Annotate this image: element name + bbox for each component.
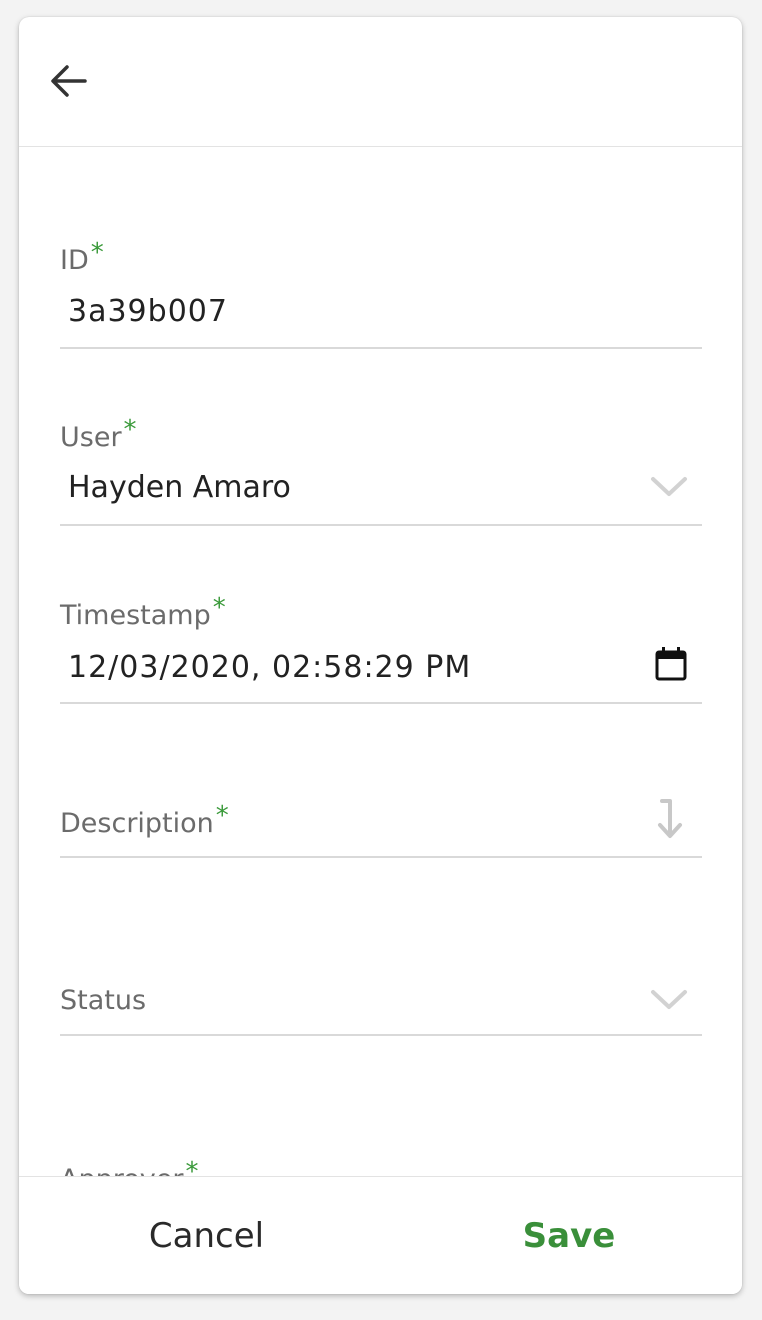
description-label: Description* <box>60 801 229 839</box>
dialog-footer: Cancel Save <box>19 1176 742 1294</box>
edit-record-dialog: ID* 3a39b007 User* Hayden Amaro Timestam… <box>19 17 742 1294</box>
back-button[interactable] <box>43 55 95 107</box>
id-field[interactable]: ID* 3a39b007 <box>60 147 702 349</box>
status-label: Status <box>60 985 147 1016</box>
chevron-down-icon[interactable] <box>650 475 688 499</box>
approver-field[interactable]: Approver* <box>60 1034 702 1176</box>
timestamp-value[interactable]: 12/03/2020, 02:58:29 PM <box>68 650 471 685</box>
expand-down-arrow-icon[interactable] <box>656 797 684 841</box>
timestamp-label: Timestamp* <box>60 593 226 631</box>
required-mark: * <box>185 1157 199 1176</box>
calendar-icon[interactable] <box>654 646 688 682</box>
dialog-header <box>19 17 742 147</box>
cancel-button[interactable]: Cancel <box>79 1177 334 1294</box>
user-label: User* <box>60 415 137 453</box>
status-select[interactable]: Status <box>60 856 702 1036</box>
required-mark: * <box>215 801 229 831</box>
user-select[interactable]: User* Hayden Amaro <box>60 347 702 526</box>
approver-label: Approver* <box>60 1157 198 1176</box>
required-mark: * <box>90 238 104 268</box>
user-value: Hayden Amaro <box>68 470 291 505</box>
timestamp-field[interactable]: Timestamp* 12/03/2020, 02:58:29 PM <box>60 524 702 704</box>
arrow-left-icon <box>51 65 87 97</box>
description-field[interactable]: Description* <box>60 702 702 858</box>
save-button[interactable]: Save <box>439 1177 699 1294</box>
form-body: ID* 3a39b007 User* Hayden Amaro Timestam… <box>19 147 742 1176</box>
id-label: ID* <box>60 238 104 276</box>
required-mark: * <box>212 593 226 623</box>
id-value[interactable]: 3a39b007 <box>68 294 228 329</box>
chevron-down-icon[interactable] <box>650 988 688 1012</box>
required-mark: * <box>123 415 137 445</box>
